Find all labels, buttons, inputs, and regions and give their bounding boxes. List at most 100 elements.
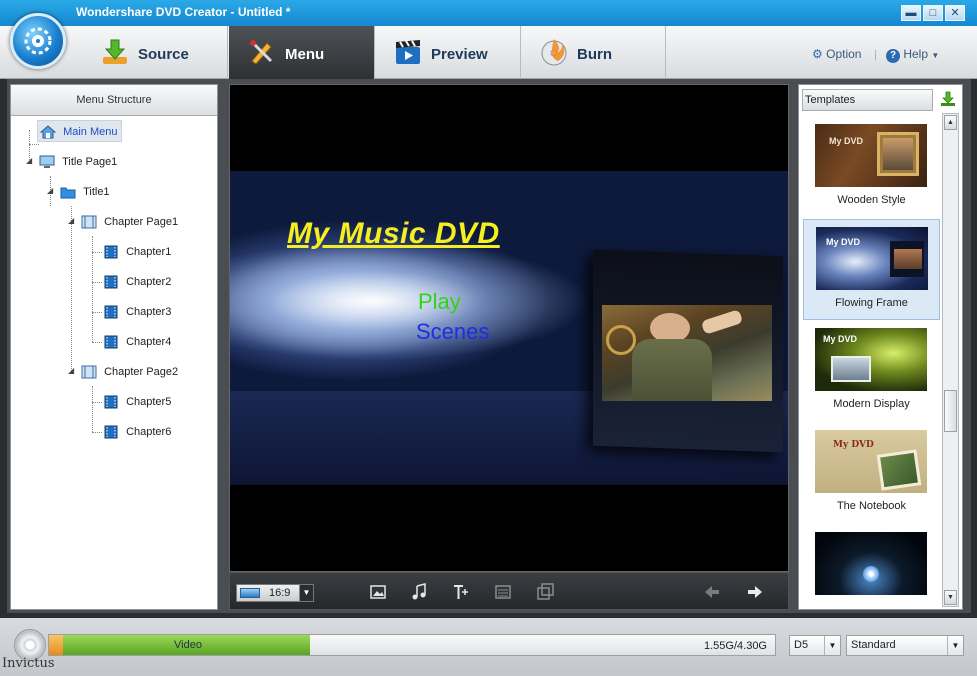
film-page-icon (81, 215, 97, 229)
template-item[interactable]: My DVD The Notebook (803, 423, 940, 524)
tree-node-chapter[interactable]: Chapter2 (103, 271, 171, 293)
chevron-down-icon: ▼ (947, 636, 963, 655)
template-thumbnail: My DVD (815, 124, 927, 187)
tab-label: Menu (285, 46, 325, 63)
toolbar-divider: | (874, 47, 878, 61)
close-button[interactable]: ✕ (945, 5, 965, 21)
gear-icon: ⚙ (812, 47, 823, 61)
tree-node-chapter[interactable]: Chapter3 (103, 301, 171, 323)
chevron-down-icon: ▼ (824, 636, 840, 655)
option-button[interactable]: ⚙ Option (812, 47, 861, 61)
chevron-down-icon: ▼ (299, 585, 313, 601)
film-page-icon (81, 365, 97, 379)
tree-connector (92, 342, 102, 343)
help-button[interactable]: ? Help ▼ (886, 47, 939, 63)
tree-node-chapter[interactable]: Chapter1 (103, 241, 171, 263)
tree-node-label: Main Menu (63, 126, 118, 139)
template-thumbnail: My DVD (816, 227, 928, 290)
template-name: Wooden Style (837, 194, 906, 206)
arrow-left-icon[interactable] (703, 583, 721, 601)
template-name: The Notebook (836, 500, 907, 512)
tree-node-label: Chapter Page1 (104, 216, 179, 229)
templates-scrollbar[interactable]: ▲ ▼ (942, 113, 959, 607)
pencil-brush-icon (250, 40, 273, 65)
tree-node-label: Chapter5 (126, 396, 172, 409)
clapperboard-icon (396, 40, 420, 64)
tree-node-label: Chapter4 (126, 336, 172, 349)
gear-disc-icon (24, 27, 52, 55)
disc-capacity-bar: Video 1.55G/4.30G (48, 634, 776, 656)
tab-burn[interactable]: Burn (521, 26, 666, 79)
tab-menu[interactable]: Menu (229, 26, 375, 79)
capacity-size: 1.55G/4.30G (704, 640, 767, 652)
light-glow (230, 241, 590, 361)
tree-node-label: Chapter3 (126, 306, 172, 319)
disc-type-select[interactable]: D5 ▼ (789, 635, 841, 656)
maximize-button[interactable]: □ (923, 5, 943, 21)
template-item[interactable] (803, 525, 940, 626)
templates-header: Templates (802, 89, 933, 111)
background-image-icon[interactable] (369, 583, 387, 601)
tree-node-label: Title1 (83, 186, 110, 199)
collapse-triangle-icon[interactable]: ◢ (68, 366, 74, 375)
tree-node-title[interactable]: Title1 (60, 181, 110, 203)
frame-settings-icon[interactable] (536, 583, 554, 601)
tree-connector (29, 144, 39, 145)
scroll-down-arrow-icon[interactable]: ▼ (944, 590, 957, 605)
chapter-list-icon[interactable] (494, 583, 512, 601)
arrow-right-icon[interactable] (746, 583, 764, 601)
play-button[interactable]: Play (418, 289, 461, 315)
tree-node-chapter[interactable]: Chapter6 (103, 421, 171, 443)
quality-select[interactable]: Standard ▼ (846, 635, 964, 656)
template-name: Modern Display (833, 398, 910, 410)
menu-structure-panel: Menu Structure Main Menu ◢ Title Page1 ◢… (10, 84, 218, 610)
tree-node-label: Chapter Page2 (104, 366, 179, 379)
template-item[interactable]: My DVD Wooden Style (803, 117, 940, 218)
scenes-button[interactable]: Scenes (416, 319, 489, 345)
option-label: Option (826, 47, 862, 61)
tree-connector (92, 402, 102, 403)
template-thumbnail: My DVD (815, 430, 927, 493)
add-text-icon[interactable] (452, 583, 470, 601)
app-logo[interactable] (10, 13, 66, 69)
tab-preview[interactable]: Preview (375, 26, 521, 79)
dvd-title-text[interactable]: My Music DVD (287, 217, 500, 251)
menu-preview-canvas[interactable]: My Music DVD Play Scenes (229, 84, 789, 572)
window-title: Wondershare DVD Creator - Untitled * (76, 5, 291, 19)
template-item-selected[interactable]: My DVD Flowing Frame (803, 219, 940, 320)
music-note-icon[interactable] (410, 583, 428, 601)
aspect-ratio-select[interactable]: 16:9 ▼ (236, 584, 314, 602)
scroll-up-arrow-icon[interactable]: ▲ (944, 115, 957, 130)
collapse-triangle-icon[interactable]: ◢ (26, 156, 32, 165)
panel-header: Menu Structure (11, 85, 217, 116)
tree-connector (92, 282, 102, 283)
template-thumbnail: My DVD (815, 328, 927, 391)
tree-node-chapter-page[interactable]: Chapter Page1 (81, 211, 178, 233)
main-toolbar: Source Menu Preview Burn ⚙ Option | ? He… (0, 26, 977, 79)
tree-connector (92, 312, 102, 313)
watermark-text: Invictus (2, 656, 55, 671)
tree-connector (92, 252, 102, 253)
help-label: Help (903, 47, 929, 61)
minimize-button[interactable]: ▬ (901, 5, 921, 21)
tree-node-chapter-page[interactable]: Chapter Page2 (81, 361, 178, 383)
tree-node-chapter[interactable]: Chapter5 (103, 391, 171, 413)
download-templates-icon[interactable] (939, 90, 957, 108)
help-icon: ? (886, 49, 900, 63)
template-item[interactable]: My DVD Modern Display (803, 321, 940, 422)
video-thumbnail[interactable] (602, 305, 772, 401)
tab-label: Preview (431, 46, 488, 63)
tree-node-main-menu[interactable]: Main Menu (37, 120, 123, 142)
disc-type-value: D5 (794, 639, 809, 651)
collapse-triangle-icon[interactable]: ◢ (47, 186, 53, 195)
tree-node-title-page[interactable]: Title Page1 (39, 151, 117, 173)
template-thumbnail (815, 532, 927, 595)
tree-node-label: Title Page1 (62, 156, 118, 169)
tree-node-chapter[interactable]: Chapter4 (103, 331, 171, 353)
scroll-thumb[interactable] (944, 390, 957, 432)
monitor-icon (39, 155, 55, 169)
preview-control-bar: 16:9 ▼ (229, 572, 789, 610)
tab-source[interactable]: Source (82, 26, 228, 79)
collapse-triangle-icon[interactable]: ◢ (68, 216, 74, 225)
chevron-down-icon: ▼ (931, 51, 940, 60)
